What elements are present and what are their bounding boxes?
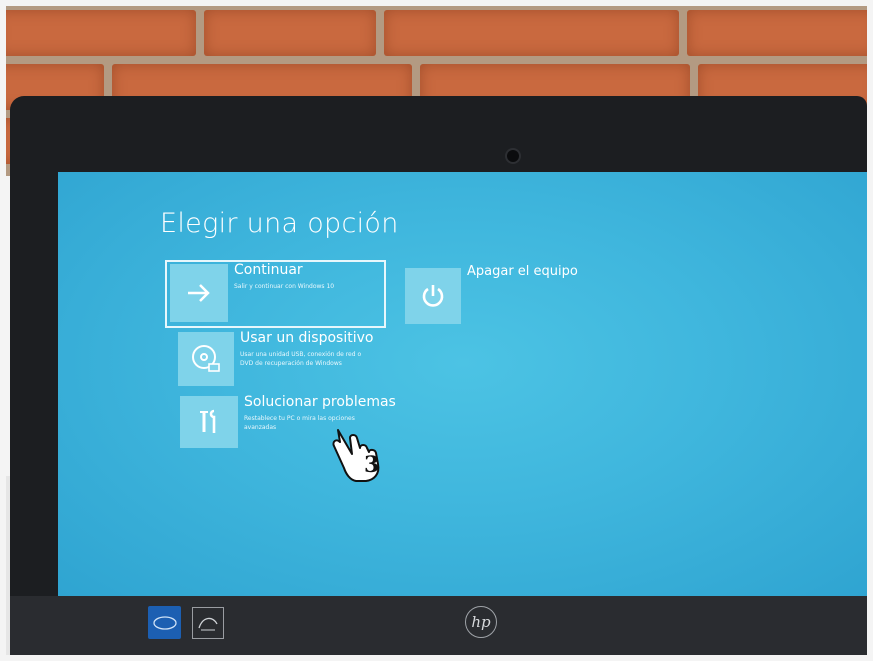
option-shutdown-tile <box>405 268 461 324</box>
page-title: Elegir una opción <box>160 208 399 239</box>
option-shutdown[interactable]: Apagar el equipo <box>405 264 585 326</box>
hand-pointer-icon: 3 <box>330 424 396 488</box>
hp-logo: hp <box>465 606 497 638</box>
option-troubleshoot-title: Solucionar problemas <box>244 394 396 410</box>
option-troubleshoot-tile <box>180 396 238 448</box>
photo-frame: Pr Elegir una opción Continuar Salir y c… <box>6 6 867 655</box>
intel-badge <box>148 606 181 639</box>
option-use-device-title: Usar un dispositivo <box>240 330 374 346</box>
option-use-device[interactable]: Usar un dispositivo Usar una unidad USB,… <box>178 330 388 386</box>
monitor-chin <box>10 596 867 655</box>
energy-star-badge <box>192 607 224 639</box>
option-use-device-desc: Usar una unidad USB, conexión de red o D… <box>240 351 362 367</box>
option-continue-title: Continuar <box>234 262 303 278</box>
option-continue-tile <box>170 264 228 322</box>
disc-icon <box>192 345 220 372</box>
webcam-icon <box>507 150 519 162</box>
option-shutdown-title: Apagar el equipo <box>467 264 578 279</box>
option-continue-desc: Salir y continuar con Windows 10 <box>234 283 335 290</box>
power-icon <box>422 285 444 307</box>
step-number: 3 <box>364 452 380 478</box>
arrow-right-icon <box>188 284 210 302</box>
monitor: Pr Elegir una opción Continuar Salir y c… <box>10 96 867 655</box>
tools-icon <box>200 409 216 433</box>
recovery-screen: Pr Elegir una opción Continuar Salir y c… <box>58 172 867 596</box>
option-use-device-tile <box>178 332 234 386</box>
option-continue[interactable]: Continuar Salir y continuar con Windows … <box>170 262 380 322</box>
